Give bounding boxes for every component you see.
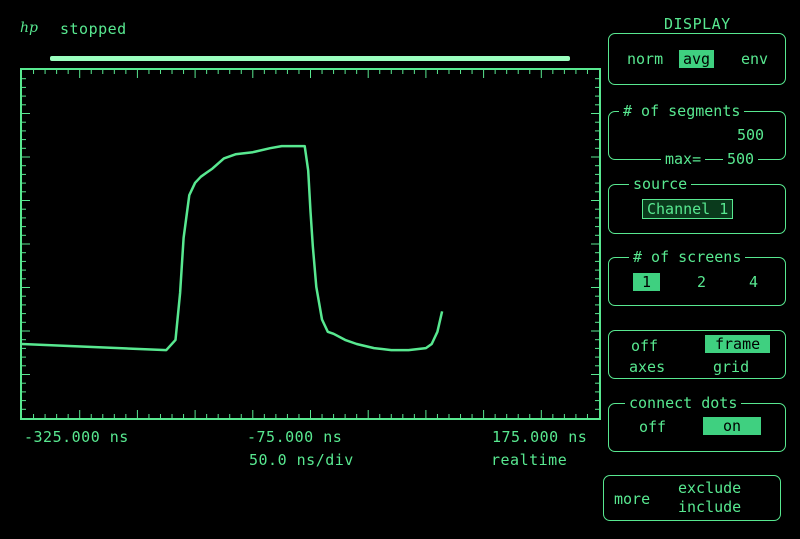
connect-dots-box[interactable]: connect dots off on (608, 394, 786, 452)
mode-avg[interactable]: avg (679, 50, 715, 68)
hp-logo: hp (20, 20, 38, 36)
source-box[interactable]: source Channel 1 (608, 175, 786, 234)
connect-dots-off[interactable]: off (639, 418, 666, 436)
mode-norm[interactable]: norm (627, 50, 663, 68)
grid-box[interactable]: off frame axes grid (608, 330, 786, 379)
panel-title: DISPLAY (664, 15, 731, 33)
screens-box[interactable]: # of screens 1 2 4 (608, 248, 786, 306)
waveform-graticule (22, 70, 599, 418)
segments-max-value: 500 (723, 150, 759, 168)
screens-label: # of screens (629, 248, 746, 266)
segments-label: # of segments (619, 102, 745, 120)
more-button[interactable]: more (614, 490, 650, 508)
screens-option-2[interactable]: 2 (697, 273, 706, 291)
grid-axes[interactable]: axes (629, 358, 665, 376)
waveform-display[interactable] (20, 68, 601, 420)
grid-frame[interactable]: frame (705, 335, 771, 353)
include-option[interactable]: include (678, 498, 741, 516)
connect-dots-label: connect dots (625, 394, 742, 412)
more-box[interactable]: more exclude include (603, 475, 781, 521)
axis-right-label: 175.000 ns (492, 428, 588, 446)
acquisition-status: stopped (60, 20, 127, 38)
timebase-scale: 50.0 ns/div (249, 451, 354, 469)
display-mode-selector[interactable]: norm avg env (608, 33, 786, 85)
grid-grid[interactable]: grid (713, 358, 749, 376)
segments-box[interactable]: # of segments 500 max= 500 (608, 102, 786, 168)
screens-option-1[interactable]: 1 (633, 273, 661, 291)
source-value[interactable]: Channel 1 (641, 199, 734, 219)
connect-dots-on[interactable]: on (703, 417, 762, 435)
exclude-option[interactable]: exclude (678, 479, 741, 497)
mode-env[interactable]: env (741, 50, 768, 68)
waveform-trace (22, 144, 444, 352)
segments-value[interactable]: 500 (737, 126, 764, 144)
acquisition-mode: realtime (491, 451, 568, 469)
grid-off[interactable]: off (631, 337, 658, 355)
memory-bar (50, 56, 570, 61)
axis-center-label: -75.000 ns (247, 428, 343, 446)
source-label: source (629, 175, 692, 193)
axis-left-label: -325.000 ns (24, 428, 129, 446)
screens-option-4[interactable]: 4 (749, 273, 758, 291)
segments-max-label: max= (661, 150, 706, 168)
